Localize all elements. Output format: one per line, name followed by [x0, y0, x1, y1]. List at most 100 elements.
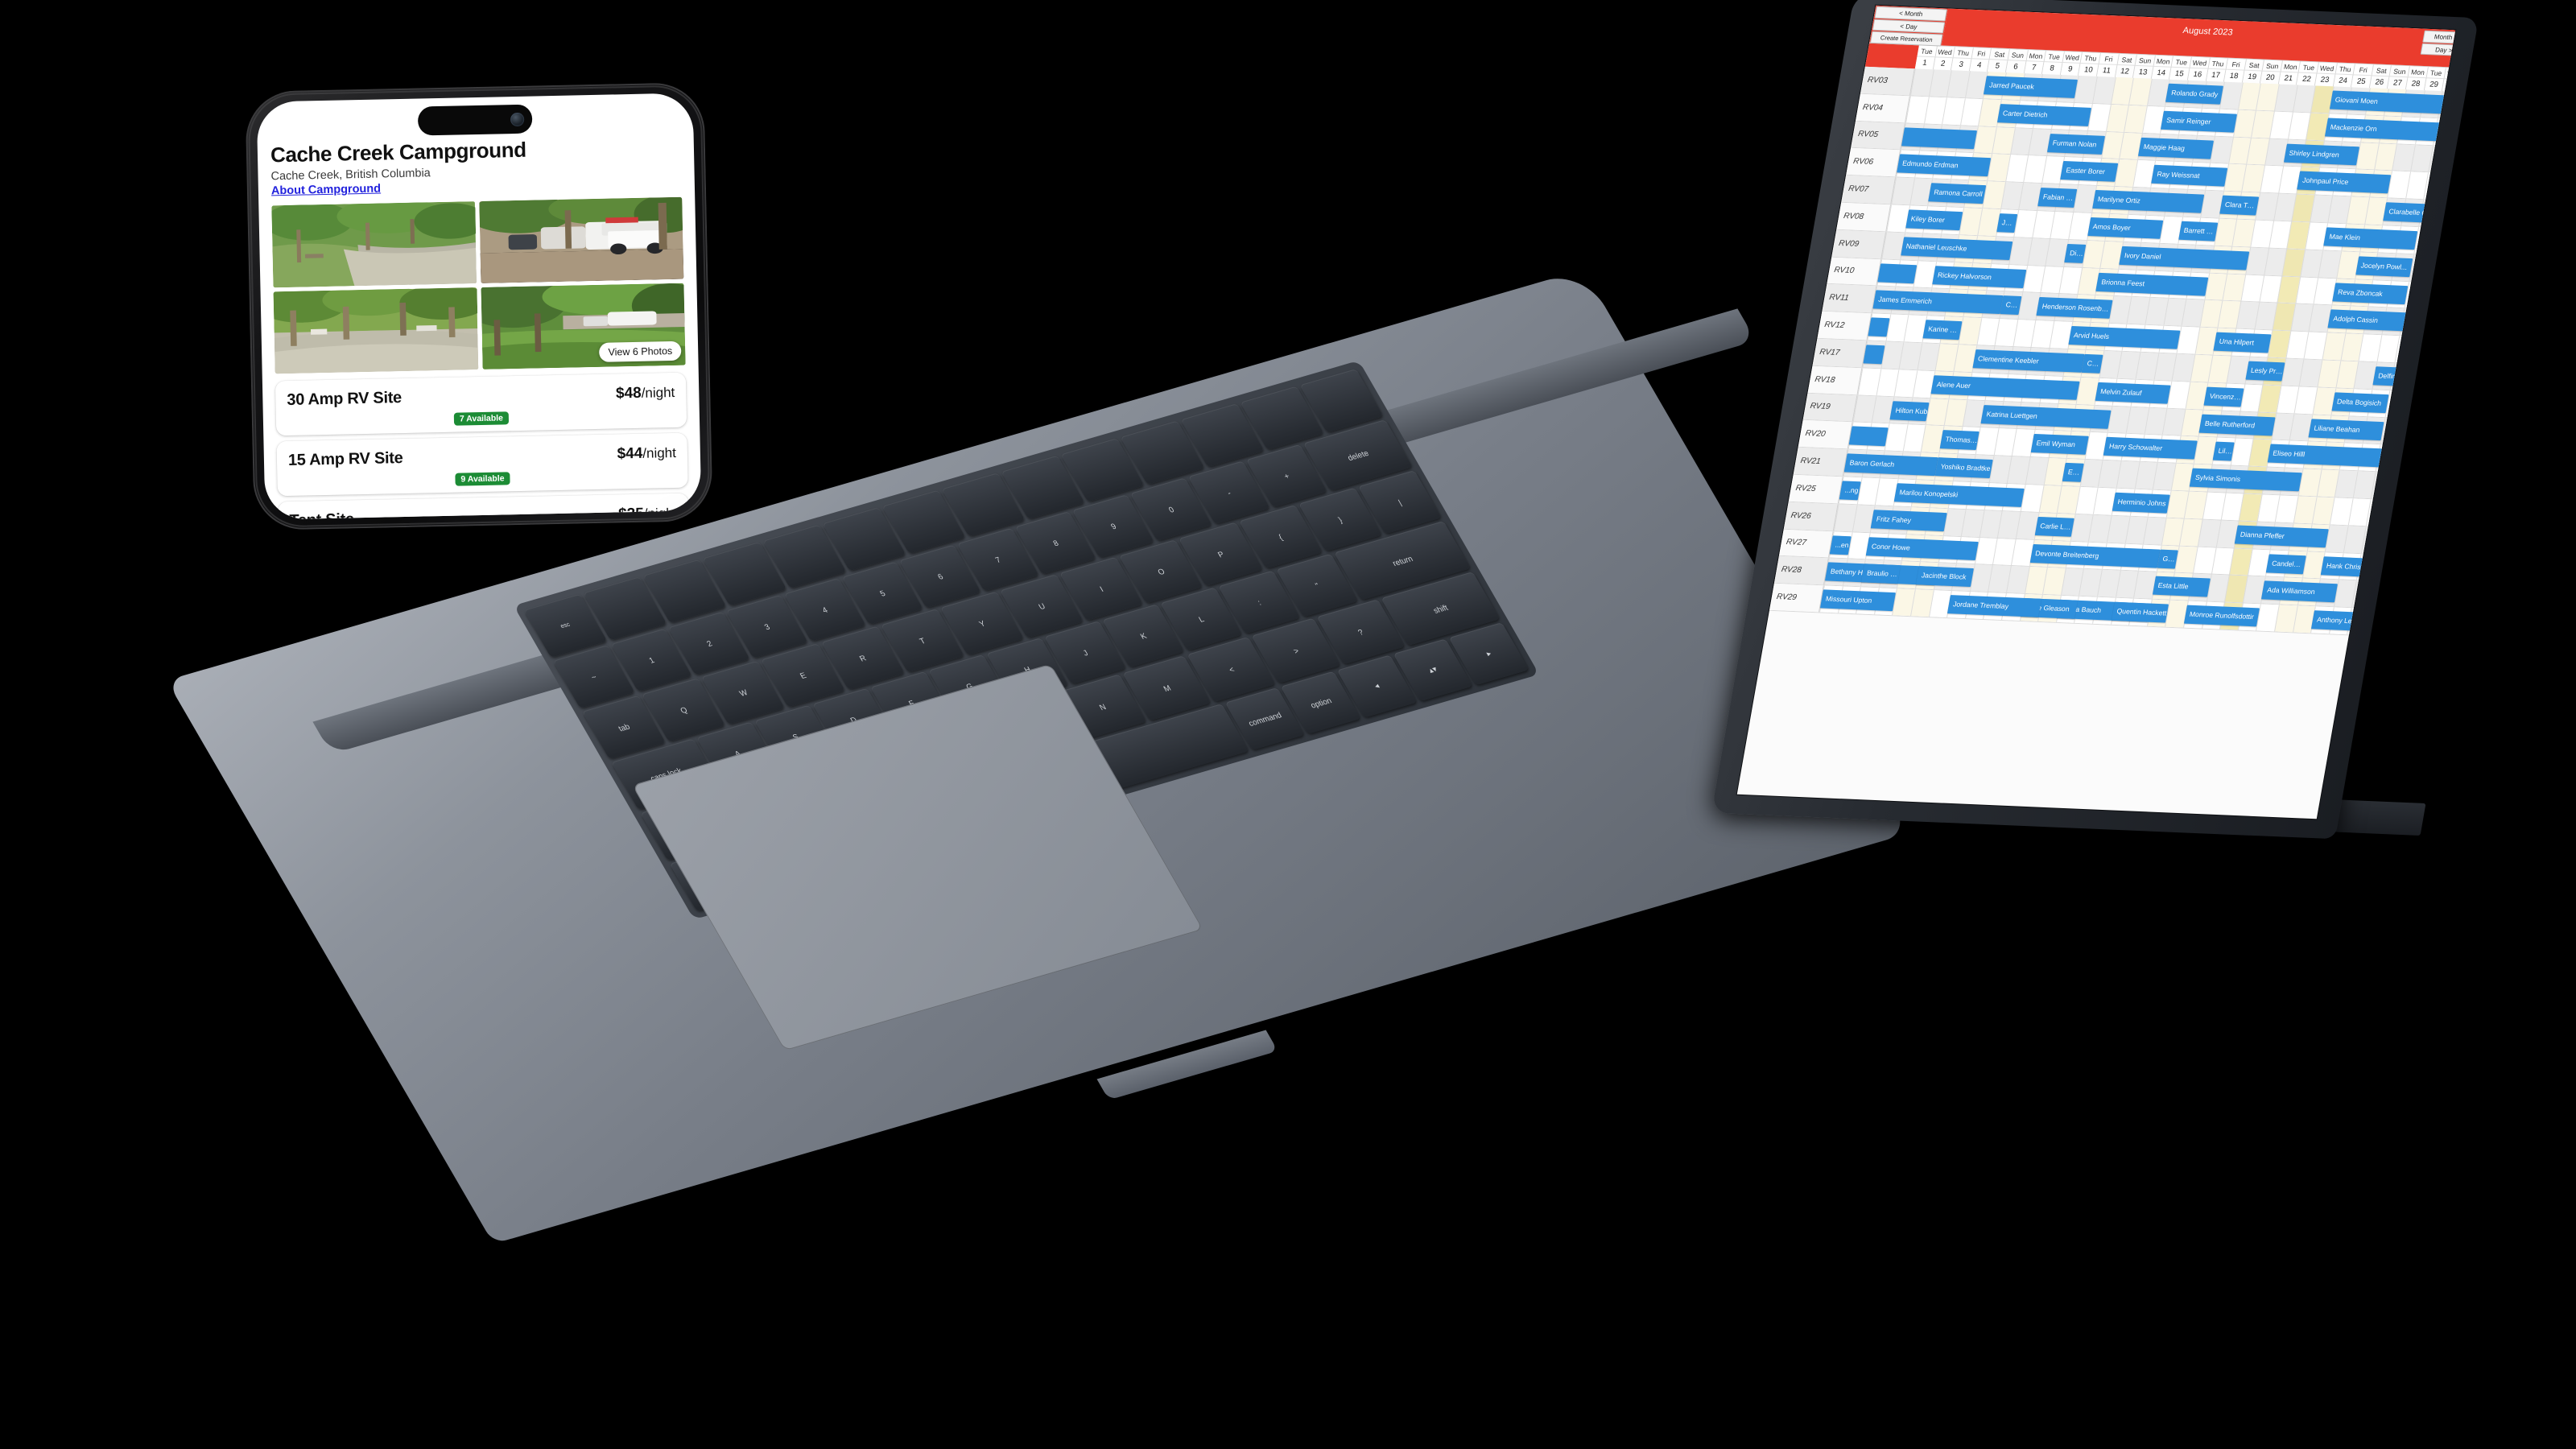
reservation-block[interactable]: Henderson Rosenbaum	[2036, 297, 2113, 320]
reservation-block[interactable]: Nathaniel Leuschke	[1900, 237, 2013, 260]
site-row-label[interactable]: RV06	[1846, 148, 1901, 177]
site-row-label[interactable]: RV04	[1856, 93, 1910, 122]
reservation-block[interactable]: Clementine Keebler	[1972, 349, 2085, 373]
site-row-label[interactable]: RV25	[1788, 474, 1843, 504]
site-row-label[interactable]: RV12	[1817, 311, 1872, 341]
reservation-block[interactable]: Ada Williamson	[2261, 580, 2338, 603]
site-row-label[interactable]: RV10	[1827, 257, 1882, 286]
site-row-label[interactable]: RV03	[1860, 66, 1915, 96]
reservation-block[interactable]	[1901, 126, 1978, 149]
reservation-block[interactable]: Yoshiko Bradtke	[1934, 457, 1993, 479]
reservation-block[interactable]: Mackenzie Orn	[2324, 118, 2456, 142]
site-row-label[interactable]: RV27	[1778, 529, 1834, 558]
reservation-block[interactable]: Furman Nolan	[2046, 133, 2105, 155]
reservation-block[interactable]: Edmundo Erdman	[1897, 154, 1992, 177]
reservation-block[interactable]: Delta Bogisich	[2331, 392, 2389, 413]
reservation-block[interactable]: Emil Wyman	[2030, 434, 2089, 456]
site-row-label[interactable]: RV17	[1812, 338, 1868, 368]
reservation-block[interactable]: Braulio Steuber	[1861, 564, 1901, 584]
site-row-label[interactable]: RV09	[1831, 229, 1887, 258]
reservation-block[interactable]: Hilton Kub	[1889, 400, 1930, 421]
reservation-block[interactable]: Harry Schowalter	[2103, 437, 2198, 460]
reservation-block[interactable]: Dillo...	[2064, 243, 2086, 263]
site-row-label[interactable]: RV20	[1798, 420, 1853, 449]
reservation-block[interactable]: Candelario De...	[2266, 553, 2306, 574]
site-row-label[interactable]: RV19	[1802, 393, 1858, 422]
site-card[interactable]: 30 Amp RV Site $48/night 7 Available	[275, 372, 687, 436]
campground-photo-4[interactable]: View 6 Photos	[481, 283, 686, 370]
reservation-block[interactable]: Belle Rutherford	[2198, 414, 2276, 436]
reservation-block[interactable]: Jarred Paucek	[1984, 76, 2079, 98]
reservation-block[interactable]: Lesly Price	[2245, 361, 2285, 382]
reservation-block[interactable]: Barrett Dickin...	[2178, 221, 2219, 242]
campground-photo-3[interactable]	[273, 287, 479, 374]
reservation-block[interactable]: Una Hilpert	[2213, 332, 2272, 353]
calendar-grid: RV03 Jarred Paucek Rolando Grady Giovani Mo…	[1769, 66, 2456, 637]
reservation-block[interactable]: ...ng	[1839, 481, 1861, 501]
reservation-block[interactable]: Baron Gerlach	[1843, 453, 1938, 477]
site-row-label[interactable]: RV26	[1783, 502, 1839, 530]
reservation-block[interactable]: Estel...	[2062, 463, 2084, 482]
campground-photo-1[interactable]	[271, 201, 477, 288]
reservation-block[interactable]: Jordane Tremblay	[1947, 595, 2042, 618]
reservation-block[interactable]: Rickey Halvorson	[1932, 265, 2027, 288]
reservation-block[interactable]: Amos Boyer	[2087, 217, 2164, 239]
reservation-block[interactable]: Herminio Johns	[2112, 492, 2170, 514]
reservation-block[interactable]: Giovani Moen	[2329, 90, 2456, 115]
reservation-block[interactable]: Vincenza Ada...	[2203, 386, 2244, 407]
reservation-block[interactable]: Monroe Runolfsdottir	[2183, 605, 2260, 627]
site-row-label[interactable]: RV05	[1851, 121, 1905, 150]
reservation-block[interactable]: Dianna Pfeffer	[2234, 525, 2329, 548]
reservation-block[interactable]: Lilian...	[2212, 441, 2235, 461]
site-row-label[interactable]: RV18	[1807, 365, 1863, 394]
reservation-block[interactable]: Gene...	[2157, 549, 2179, 569]
reservation-block[interactable]	[1863, 345, 1885, 365]
reservation-block[interactable]: Maggie Haag	[2137, 137, 2215, 159]
reservation-block[interactable]	[1868, 317, 1890, 337]
next-day-button[interactable]: Day >	[2420, 43, 2456, 57]
about-campground-link[interactable]: About Campground	[271, 183, 381, 198]
reservation-block[interactable]: Jacinthe Block	[1915, 566, 1974, 588]
reservation-block[interactable]: Reva Zboncak	[2332, 282, 2409, 304]
reservation-block[interactable]	[1848, 426, 1889, 447]
reservation-block[interactable]: Liliane Beahan	[2308, 418, 2384, 440]
reservation-block[interactable]: Jocelyn Powl...	[2355, 256, 2413, 277]
reservation-block[interactable]: Jero...	[1996, 213, 2018, 233]
reservation-block[interactable]: Cono...	[2000, 295, 2022, 316]
prev-month-button[interactable]: < Month	[1874, 6, 1948, 21]
reservation-block[interactable]: Quentin Hackett	[2111, 601, 2169, 623]
site-row-label[interactable]: RV11	[1822, 284, 1877, 313]
site-card[interactable]: 15 Amp RV Site $44/night 9 Available	[276, 432, 688, 497]
reservation-block[interactable]: Ramona Carroll	[1928, 183, 1987, 204]
reservation-block[interactable]: Eliseo Hilll	[2267, 444, 2398, 469]
reservation-block[interactable]: Fritz Fahey	[1870, 510, 1947, 531]
reservation-block[interactable]: Mae Klein	[2323, 227, 2418, 250]
reservation-block[interactable]: Ray Weissnat	[2151, 165, 2227, 188]
site-row-label[interactable]: RV28	[1774, 556, 1829, 585]
reservation-block[interactable]: Fabian Gutma...	[2037, 188, 2078, 208]
site-row-label[interactable]: RV08	[1836, 202, 1892, 232]
reservation-block[interactable]: Cono...	[2081, 353, 2103, 374]
reservation-block[interactable]: Thomas McL...	[1939, 430, 1979, 451]
reservation-block[interactable]: Karine Schust...	[1922, 320, 1963, 341]
site-row-label[interactable]: RV07	[1841, 175, 1897, 204]
reservation-block[interactable]: Rolando Grady	[2165, 83, 2224, 105]
reservation-block[interactable]: Easter Borer	[2060, 161, 2119, 183]
reservation-block[interactable]: Conor Howe	[1866, 536, 1979, 560]
campground-photo-2[interactable]	[478, 196, 684, 284]
reservation-block[interactable]: Clara Turcotte	[2219, 195, 2260, 216]
site-row-label[interactable]: RV29	[1769, 583, 1824, 613]
reservation-block[interactable]: Melvin Zulauf	[2095, 382, 2171, 404]
reservation-block[interactable]	[1877, 262, 1918, 283]
view-photos-button[interactable]: View 6 Photos	[599, 341, 682, 362]
reservation-block[interactable]: Carlie Langwo...	[2034, 516, 2074, 537]
reservation-block[interactable]: Samir Reinger	[2161, 110, 2237, 133]
reservation-block[interactable]: Esta Little	[2152, 576, 2211, 597]
next-month-button[interactable]: Month >	[2422, 30, 2456, 44]
reservation-block[interactable]: Missouri Upton	[1819, 589, 1897, 612]
site-row-label[interactable]: RV21	[1793, 447, 1848, 477]
reservation-block[interactable]: Shirley Lindgren	[2283, 143, 2360, 165]
reservation-block[interactable]: ...en	[1829, 535, 1852, 555]
reservation-block[interactable]: Kiley Borer	[1905, 209, 1963, 231]
reservation-block[interactable]: Carter Dietrich	[1996, 103, 2092, 126]
